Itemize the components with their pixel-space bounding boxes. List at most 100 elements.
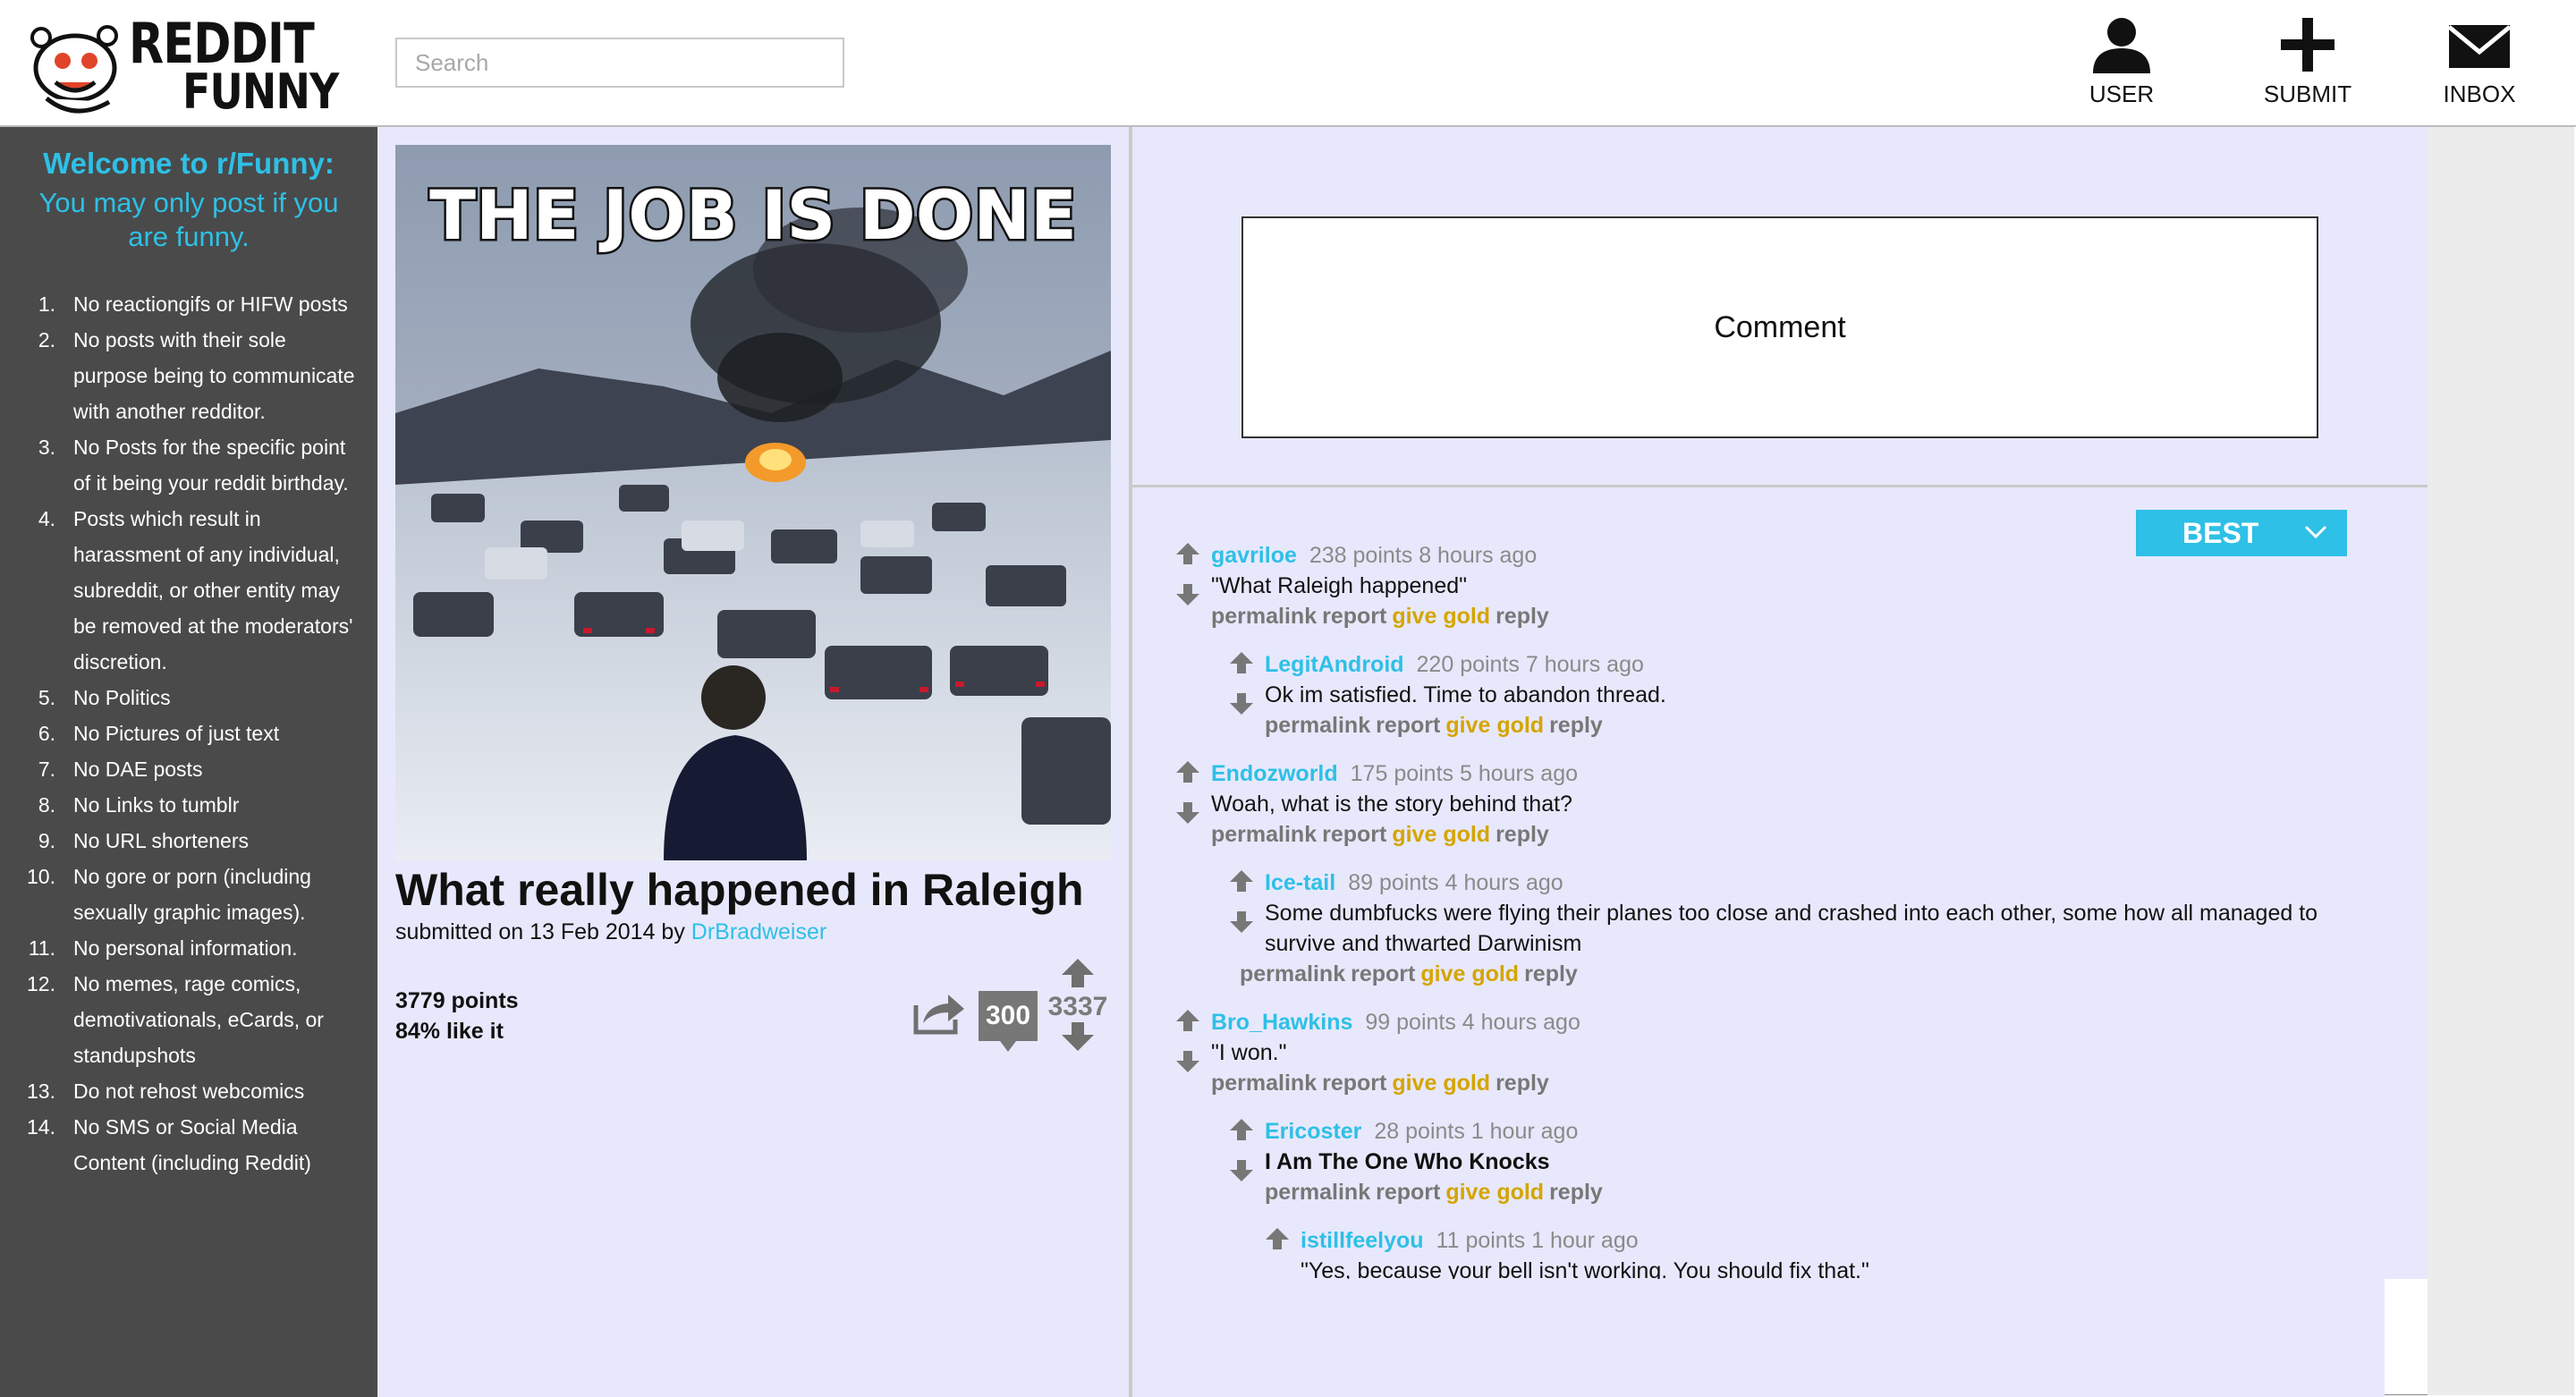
give-gold-link[interactable]: give gold — [1445, 713, 1544, 738]
post-actions: 300 3337 — [912, 957, 1109, 1055]
downvote-arrow-icon[interactable] — [1175, 801, 1200, 825]
upvote-arrow-icon[interactable] — [1060, 957, 1096, 987]
permalink-link[interactable]: permalink — [1265, 713, 1370, 738]
search-input[interactable] — [395, 38, 844, 88]
comment-count-badge[interactable]: 300 — [979, 991, 1038, 1052]
rule-item: 4. Posts which result in harassment of an… — [38, 507, 353, 673]
comment-actions: permalink report give gold reply — [1265, 710, 1666, 741]
downvote-arrow-icon[interactable] — [1229, 910, 1254, 934]
submit-button-label: SUBMIT — [2263, 80, 2352, 107]
logo-text: REDDIT FUNNY — [129, 16, 339, 120]
comment-actions: permalink report give gold reply — [1211, 819, 1578, 850]
upvote-arrow-icon[interactable] — [1175, 1009, 1200, 1032]
share-icon[interactable] — [912, 991, 966, 1036]
right-gutter — [2428, 127, 2574, 1395]
comment-meta: 99 points 4 hours ago — [1365, 1010, 1580, 1035]
comment-body: I Am The One Who Knocks — [1265, 1149, 1550, 1174]
reply-link[interactable]: reply — [1549, 1180, 1603, 1205]
report-link[interactable]: report — [1322, 822, 1386, 847]
sidebar-subtitle: You may only post if you are funny. — [38, 187, 339, 252]
downvote-arrow-icon[interactable] — [1229, 692, 1254, 715]
sidebar-title: Welcome to r/Funny: — [43, 147, 335, 180]
comment-username[interactable]: Ericoster — [1265, 1119, 1361, 1144]
permalink-link[interactable]: permalink — [1211, 604, 1317, 629]
logo-line-2: FUNNY — [182, 64, 339, 120]
permalink-link[interactable]: permalink — [1240, 961, 1345, 986]
downvote-arrow-icon[interactable] — [1175, 1050, 1200, 1073]
upvote-arrow-icon[interactable] — [1229, 869, 1254, 893]
post-like-pct: 84% like it — [395, 1019, 504, 1044]
comment-meta: 238 points 8 hours ago — [1309, 543, 1538, 568]
comment-actions: permalink report give gold reply — [1265, 1177, 1608, 1207]
comment-username[interactable]: Endozworld — [1211, 761, 1338, 786]
comment-username[interactable]: Bro_Hawkins — [1211, 1010, 1352, 1035]
inbox-button-label: INBOX — [2443, 80, 2516, 107]
comment-meta: 89 points 4 hours ago — [1348, 870, 1563, 895]
comment: Ericoster 28 points 1 hour ago I Am The O… — [1230, 1116, 1608, 1207]
permalink-link[interactable]: permalink — [1265, 1180, 1370, 1205]
downvote-arrow-icon[interactable] — [1229, 1159, 1254, 1182]
upvote-arrow-icon[interactable] — [1175, 542, 1200, 565]
post-title[interactable]: What really happened in Raleigh — [395, 864, 1084, 916]
upvote-arrow-icon[interactable] — [1265, 1227, 1290, 1250]
submit-button[interactable]: SUBMIT — [2245, 16, 2370, 108]
sidebar: Welcome to r/Funny: You may only post if… — [0, 127, 377, 1397]
report-link[interactable]: report — [1322, 1071, 1386, 1096]
comment-body: "What Raleigh happened" — [1211, 573, 1467, 598]
give-gold-link[interactable]: give gold — [1392, 1071, 1490, 1096]
post-submitted-line: submitted on 13 Feb 2014 by DrBradweiser — [395, 919, 826, 945]
comment-thread: gavriloe 238 points 8 hours ago "What Ral… — [1132, 127, 2428, 1279]
post-vote-box: 3337 — [1046, 957, 1109, 1057]
post-image[interactable]: THE JOB IS DONE — [395, 145, 1111, 860]
rule-item: 13. Do not rehost webcomics — [27, 1080, 305, 1103]
downvote-arrow-icon[interactable] — [1175, 583, 1200, 606]
comment-actions: permalink report give gold reply — [1211, 1068, 1580, 1098]
rule-item: 7. No DAE posts — [38, 758, 203, 781]
subreddit-logo[interactable]: REDDIT FUNNY — [29, 16, 339, 122]
report-link[interactable]: report — [1322, 604, 1386, 629]
comment-meta: 28 points 1 hour ago — [1374, 1119, 1579, 1144]
reply-link[interactable]: reply — [1524, 961, 1578, 986]
inbox-button[interactable]: INBOX — [2417, 16, 2542, 108]
give-gold-link[interactable]: give gold — [1392, 822, 1490, 847]
rule-item: 1. No reactiongifs or HIFW posts — [38, 292, 348, 316]
post-photo: THE JOB IS DONE — [395, 145, 1111, 860]
upvote-arrow-icon[interactable] — [1229, 651, 1254, 674]
post-stats: 3779 points 84% like it — [395, 986, 519, 1046]
report-link[interactable]: report — [1376, 713, 1440, 738]
post-author-link[interactable]: DrBradweiser — [691, 919, 826, 944]
post-points: 3779 points — [395, 988, 519, 1013]
permalink-link[interactable]: permalink — [1211, 1071, 1317, 1096]
comment-body: Some dumbfucks were flying their planes … — [1265, 901, 2318, 956]
upvote-arrow-icon[interactable] — [1229, 1118, 1254, 1141]
comment-username[interactable]: Ice-tail — [1265, 870, 1335, 895]
comment-username[interactable]: LegitAndroid — [1265, 652, 1404, 677]
downvote-arrow-icon[interactable] — [1060, 1022, 1096, 1053]
reply-link[interactable]: reply — [1496, 822, 1549, 847]
comment-body: "Yes, because your bell isn't working. Y… — [1301, 1258, 1869, 1279]
reply-link[interactable]: reply — [1549, 713, 1603, 738]
rule-item: 3. No Posts for the specific point of it … — [38, 436, 349, 495]
permalink-link[interactable]: permalink — [1211, 822, 1317, 847]
image-caption: THE JOB IS DONE — [429, 175, 1077, 255]
comments-panel-bottom — [1132, 1279, 2385, 1397]
rule-item: 14. No SMS or Social Media Content (inclu… — [27, 1115, 311, 1174]
comment-actions: permalink report give gold reply — [1240, 959, 2338, 989]
top-header: REDDIT FUNNY USER SUBMIT INBOX — [0, 0, 2576, 127]
comment-body: Woah, what is the story behind that? — [1211, 792, 1572, 817]
comment-username[interactable]: istillfeelyou — [1301, 1228, 1424, 1253]
report-link[interactable]: report — [1351, 961, 1415, 986]
rule-item: 2. No posts with their sole purpose being… — [38, 328, 355, 423]
give-gold-link[interactable]: give gold — [1445, 1180, 1544, 1205]
upvote-arrow-icon[interactable] — [1175, 760, 1200, 783]
comment: LegitAndroid 220 points 7 hours ago Ok im… — [1230, 649, 1666, 741]
comment-actions: permalink report give gold reply — [1211, 601, 1555, 631]
reply-link[interactable]: reply — [1496, 1071, 1549, 1096]
user-button[interactable]: USER — [2059, 16, 2184, 108]
give-gold-link[interactable]: give gold — [1392, 604, 1490, 629]
envelope-icon — [2447, 25, 2512, 68]
give-gold-link[interactable]: give gold — [1420, 961, 1519, 986]
comment-username[interactable]: gavriloe — [1211, 543, 1297, 568]
report-link[interactable]: report — [1376, 1180, 1440, 1205]
reply-link[interactable]: reply — [1496, 604, 1549, 629]
